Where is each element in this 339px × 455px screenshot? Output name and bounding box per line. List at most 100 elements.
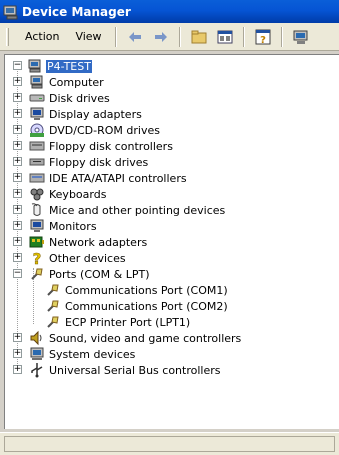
toolbar-grip[interactable] [6,27,9,46]
tree-category-item[interactable]: + Floppy disk drives [13,154,149,170]
system-device-icon [30,347,44,360]
tree-item-label[interactable]: System devices [48,348,136,361]
floppy-controller-icon [29,141,45,151]
tree-item-label[interactable]: Communications Port (COM1) [64,284,229,297]
expand-icon[interactable]: + [13,333,22,342]
tree-item-label[interactable]: Floppy disk controllers [48,140,174,153]
tree-item-label[interactable]: Monitors [48,220,98,233]
monitor-icon [30,219,44,232]
disk-drive-icon [29,94,45,102]
tree-category-item[interactable]: + Monitors [13,218,98,234]
tree-child-item[interactable]: Communications Port (COM1) [45,282,229,298]
expand-icon[interactable]: + [13,221,22,230]
tree-item-label[interactable]: Ports (COM & LPT) [48,268,151,281]
svg-text:?: ? [33,250,42,266]
expand-icon[interactable]: + [13,365,22,374]
help-icon: ? [255,29,271,45]
tree-item-label[interactable]: Computer [48,76,105,89]
expand-icon[interactable]: + [13,237,22,246]
back-button[interactable] [124,27,146,47]
tree-category-item[interactable]: + Mice and other pointing devices [13,202,226,218]
tree-item-label[interactable]: IDE ATA/ATAPI controllers [48,172,188,185]
expand-icon[interactable]: + [13,109,22,118]
tree-category-item[interactable]: − Ports (COM & LPT) [13,266,151,282]
port-icon [47,316,59,328]
keyboard-icon [30,188,44,201]
expand-icon[interactable]: + [13,93,22,102]
unknown-device-icon: ? [32,250,42,266]
tree-item-label[interactable]: Universal Serial Bus controllers [48,364,221,377]
tree-category-item[interactable]: + IDE ATA/ATAPI controllers [13,170,188,186]
tree-item-label[interactable]: Mice and other pointing devices [48,204,226,217]
help-button[interactable]: ? [252,27,274,47]
sound-icon [30,330,42,346]
scan-hardware-icon [293,30,308,44]
expand-icon[interactable]: + [13,253,22,262]
tree-child-item[interactable]: ECP Printer Port (LPT1) [45,314,191,330]
menu-toolbar: Action View ? [0,23,339,51]
tree-item-label[interactable]: ECP Printer Port (LPT1) [64,316,191,329]
window-title: Device Manager [22,4,131,19]
collapse-icon[interactable]: − [13,61,22,70]
tree-category-item[interactable]: + Floppy disk controllers [13,138,174,154]
tree-item-label[interactable]: Keyboards [48,188,107,201]
tree-item-label[interactable]: Sound, video and game controllers [48,332,242,345]
tree-item-label[interactable]: DVD/CD-ROM drives [48,124,161,137]
expand-icon[interactable]: + [13,141,22,150]
expand-icon[interactable]: + [13,205,22,214]
tree-category-item[interactable]: + Universal Serial Bus controllers [13,362,221,378]
floppy-drive-icon [29,158,45,166]
computer-icon [30,75,43,89]
expand-icon[interactable]: + [13,189,22,198]
expand-icon[interactable]: + [13,349,22,358]
tree-item-label[interactable]: Display adapters [48,108,143,121]
status-panel [4,436,335,452]
menu-action[interactable]: Action [17,30,67,43]
expand-icon[interactable]: + [13,77,22,86]
back-arrow-icon [128,31,141,42]
up-level-button[interactable] [188,27,210,47]
port-icon [47,284,59,296]
root-label[interactable]: P4-TEST [46,59,92,73]
tree-category-item[interactable]: + DVD/CD-ROM drives [13,122,161,138]
toolbar-separator [242,26,245,47]
computer-icon [28,59,41,73]
tree-item-label[interactable]: Floppy disk drives [48,156,149,169]
device-manager-icon [3,5,18,19]
menu-view[interactable]: View [67,30,109,43]
status-bar [0,432,339,455]
tree-item-label[interactable]: Other devices [48,252,127,265]
display-adapter-icon [30,107,44,120]
forward-arrow-icon [154,31,167,42]
toolbar-separator [178,26,181,47]
svg-text:?: ? [260,35,266,45]
tree-category-item[interactable]: +? Other devices [13,250,127,266]
tree-child-item[interactable]: Communications Port (COM2) [45,298,229,314]
tree-category-item[interactable]: + Computer [13,74,105,90]
toolbar-separator [114,26,117,47]
properties-button[interactable] [214,27,236,47]
port-icon [47,300,59,312]
tree-item-label[interactable]: Network adapters [48,236,148,249]
expand-icon[interactable]: + [13,125,22,134]
expand-icon[interactable]: + [13,157,22,166]
tree-category-item[interactable]: + Disk drives [13,90,111,106]
tree-item-label[interactable]: Disk drives [48,92,111,105]
tree-category-item[interactable]: + Display adapters [13,106,143,122]
forward-button[interactable] [150,27,172,47]
device-manager-window: Device Manager Action View ? − P4-TEST +… [0,0,339,455]
tree-category-item[interactable]: + Keyboards [13,186,107,202]
folder-up-icon [191,30,207,43]
scan-hardware-button[interactable] [290,27,312,47]
device-tree[interactable]: − P4-TEST + Computer + Disk drives + Display … [4,54,339,429]
tree-root[interactable]: − P4-TEST [13,58,92,74]
usb-icon [31,363,43,378]
collapse-icon[interactable]: − [13,269,22,278]
tree-category-item[interactable]: + System devices [13,346,136,362]
ide-controller-icon [29,173,45,183]
expand-icon[interactable]: + [13,173,22,182]
tree-category-item[interactable]: + Sound, video and game controllers [13,330,242,346]
tree-item-label[interactable]: Communications Port (COM2) [64,300,229,313]
tree-category-item[interactable]: + Network adapters [13,234,148,250]
title-bar[interactable]: Device Manager [0,0,339,23]
